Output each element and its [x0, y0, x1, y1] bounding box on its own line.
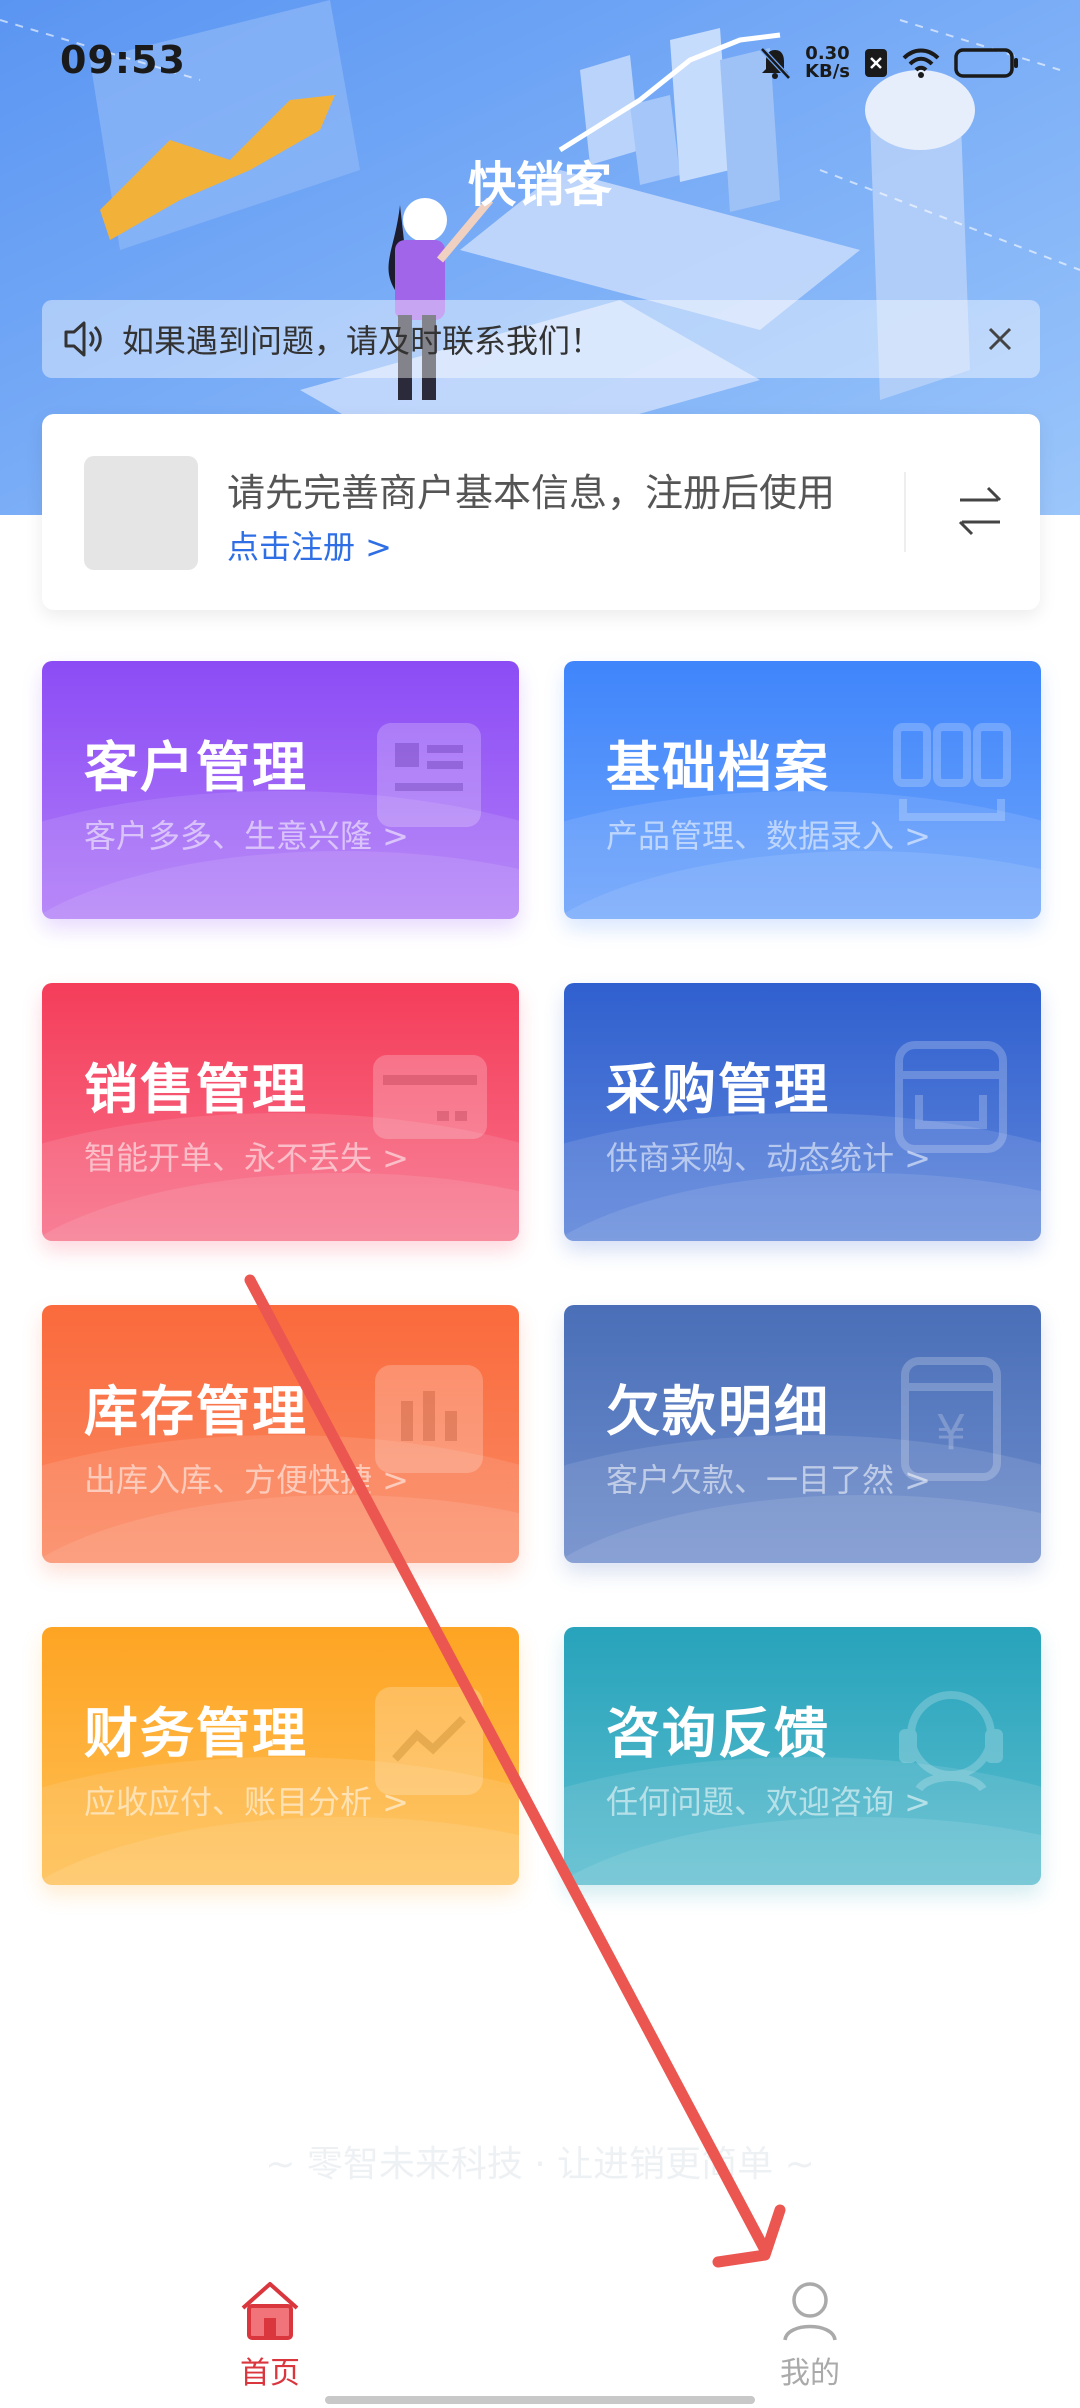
tab-home[interactable]: 首页	[190, 2278, 350, 2391]
notice-bar: 如果遇到问题，请及时联系我们！	[42, 300, 1040, 378]
card-title: 基础档案	[606, 736, 830, 799]
user-icon	[783, 2282, 837, 2341]
speaker-icon	[64, 321, 102, 357]
card-subtitle: 智能开单、永不丢失 >	[84, 1139, 409, 1177]
feature-card[interactable]: 咨询反馈任何问题、欢迎咨询 >	[564, 1627, 1041, 1885]
card-subtitle: 产品管理、数据录入 >	[606, 817, 931, 855]
tab-mine[interactable]: 我的	[730, 2278, 890, 2391]
status-bar: 09:53 0.30 KB/s	[0, 0, 1080, 120]
wifi-icon	[902, 48, 940, 78]
net-speed-unit: KB/s	[805, 61, 850, 82]
mute-bell-icon	[760, 47, 791, 80]
status-time: 09:53	[60, 38, 186, 82]
customer-card-icon	[377, 723, 481, 827]
feature-card[interactable]: 库存管理出库入库、方便快捷 >	[42, 1305, 519, 1563]
feature-card[interactable]: 基础档案产品管理、数据录入 >	[564, 661, 1041, 919]
register-link[interactable]: 点击注册 >	[227, 522, 392, 568]
tab-bar: 首页 我的	[0, 2260, 1080, 2408]
notice-text: 如果遇到问题，请及时联系我们！	[122, 322, 603, 360]
feature-card[interactable]: 销售管理智能开单、永不丢失 >	[42, 983, 519, 1241]
svg-text:¥: ¥	[936, 1405, 967, 1461]
home-icon	[241, 2282, 299, 2340]
finance-trend-icon	[375, 1687, 483, 1795]
network-speed: 0.30 KB/s	[805, 45, 850, 81]
card-title: 咨询反馈	[606, 1702, 830, 1765]
card-subtitle: 出库入库、方便快捷 >	[84, 1461, 409, 1499]
feature-card[interactable]: 财务管理应收应付、账目分析 >	[42, 1627, 519, 1885]
archive-icon	[893, 723, 1011, 821]
feature-card[interactable]: 客户管理客户多多、生意兴隆 >	[42, 661, 519, 919]
battery-icon	[954, 48, 1018, 78]
feature-card[interactable]: 欠款明细客户欠款、一目了然 > ¥	[564, 1305, 1041, 1563]
tab-mine-label: 我的	[780, 2356, 840, 2391]
divider	[904, 472, 906, 552]
card-title: 欠款明细	[606, 1380, 830, 1443]
card-subtitle: 客户多多、生意兴隆 >	[84, 817, 409, 855]
avatar	[84, 456, 198, 570]
card-title: 客户管理	[84, 736, 308, 799]
close-icon[interactable]	[978, 317, 1022, 361]
switch-arrows-icon[interactable]	[952, 476, 1008, 546]
card-subtitle: 供商采购、动态统计 >	[606, 1139, 931, 1177]
card-subtitle: 应收应付、账目分析 >	[84, 1783, 409, 1821]
card-title: 库存管理	[84, 1380, 308, 1443]
card-title: 销售管理	[84, 1058, 308, 1121]
merchant-message: 请先完善商户基本信息，注册后使用	[227, 471, 836, 515]
purchase-box-icon	[895, 1041, 1007, 1153]
home-indicator	[325, 2396, 755, 2404]
card-title: 采购管理	[606, 1058, 830, 1121]
yen-receipt-icon: ¥	[901, 1357, 1001, 1481]
headset-icon	[899, 1691, 1003, 1792]
card-subtitle: 任何问题、欢迎咨询 >	[606, 1783, 931, 1821]
tab-home-label: 首页	[240, 2356, 300, 2391]
sales-card-icon	[373, 1055, 487, 1139]
footer-slogan: ~ 零智未来科技 · 让进销更简单 ~	[265, 2144, 815, 2185]
card-subtitle: 客户欠款、一目了然 >	[606, 1461, 931, 1499]
app-title: 快销客	[467, 157, 612, 213]
merchant-info-card[interactable]: 请先完善商户基本信息，注册后使用 点击注册 >	[42, 414, 1040, 610]
feature-card[interactable]: 采购管理供商采购、动态统计 >	[564, 983, 1041, 1241]
inventory-chart-icon	[375, 1365, 483, 1473]
card-title: 财务管理	[84, 1702, 308, 1765]
status-icons: 0.30 KB/s	[759, 40, 1020, 86]
sim-x-icon	[865, 49, 887, 77]
